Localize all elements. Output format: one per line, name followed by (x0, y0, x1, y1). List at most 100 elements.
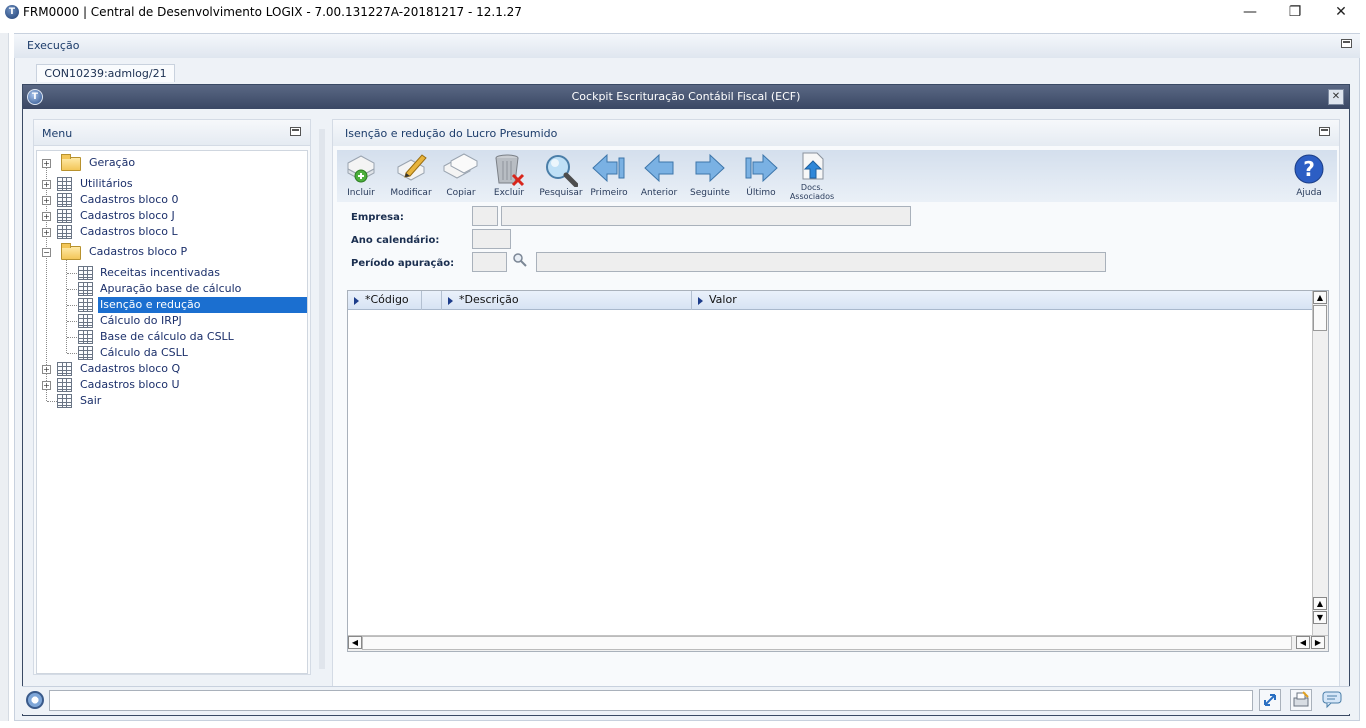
messages-button[interactable] (1321, 689, 1343, 711)
restore-button[interactable]: ❐ (1281, 2, 1309, 22)
expand-icon[interactable]: + (42, 212, 51, 221)
panel-splitter[interactable] (319, 129, 325, 669)
modificar-label: Modificar (390, 188, 432, 198)
tree-item-calculo-csll[interactable]: Cálculo da CSLL (37, 345, 307, 361)
expand-icon[interactable]: + (42, 381, 51, 390)
scroll-right-button[interactable]: ▶ (1311, 636, 1325, 649)
tree-item-label: Cálculo do IRPJ (100, 314, 182, 327)
scroll-left-button-right[interactable]: ◀ (1296, 636, 1310, 649)
minimize-button[interactable]: — (1236, 2, 1264, 22)
horizontal-scrollbar[interactable]: ◀ ◀ ▶ (348, 635, 1328, 651)
status-bar (22, 686, 1350, 714)
tree-item-label: Cálculo da CSLL (100, 346, 188, 359)
collapse-icon[interactable]: − (42, 248, 51, 257)
column-header-valor[interactable]: Valor (692, 291, 1312, 310)
status-message-field (49, 690, 1253, 711)
tree-item-label: Utilitários (80, 177, 133, 190)
tree-item-base-calculo-csll[interactable]: Base de cálculo da CSLL (37, 329, 307, 345)
expand-icon[interactable]: + (42, 365, 51, 374)
tree-item-sair[interactable]: Sair (37, 393, 307, 409)
docs-associados-button[interactable]: Docs. Associados (787, 150, 837, 202)
menu-tree: + Geração + Utilitários + Cadastros bloc… (36, 150, 308, 674)
page-title: Isenção e redução do Lucro Presumido (345, 127, 558, 140)
scroll-down-button[interactable]: ▼ (1313, 611, 1327, 624)
close-button[interactable]: ✕ (1327, 2, 1355, 22)
empresa-name-field (501, 206, 911, 226)
main-minimize-button[interactable] (1319, 127, 1330, 136)
tree-item-label: Cadastros bloco Q (80, 362, 181, 375)
tree-item-cadastros-bloco-l[interactable]: + Cadastros bloco L (37, 224, 307, 240)
table-icon (57, 177, 72, 191)
execution-label: Execução (27, 39, 80, 52)
tree-item-cadastros-bloco-u[interactable]: + Cadastros bloco U (37, 377, 307, 393)
tree-item-cadastros-bloco-0[interactable]: + Cadastros bloco 0 (37, 192, 307, 208)
edit-icon (397, 154, 427, 181)
sort-arrow-icon (448, 297, 453, 305)
anterior-label: Anterior (640, 188, 678, 198)
resize-arrows-icon (1264, 694, 1276, 706)
table-icon (57, 394, 72, 408)
scroll-thumb[interactable] (1313, 305, 1327, 331)
resize-button[interactable] (1259, 689, 1281, 711)
expand-icon[interactable]: + (42, 159, 51, 168)
cockpit-close-button[interactable]: ✕ (1328, 89, 1344, 105)
expand-icon[interactable]: + (42, 196, 51, 205)
tree-item-label: Receitas incentivadas (100, 266, 220, 279)
tree-item-utilitarios[interactable]: + Utilitários (37, 176, 307, 192)
tree-item-label: Cadastros bloco P (89, 245, 188, 258)
cockpit-titlebar: T Cockpit Escrituração Contábil Fiscal (… (23, 85, 1349, 109)
pesquisar-button[interactable]: Pesquisar (537, 150, 585, 202)
table-icon (78, 314, 93, 328)
expand-icon[interactable]: + (42, 228, 51, 237)
copiar-button[interactable]: Copiar (439, 150, 483, 202)
chat-bubble-icon (1322, 691, 1342, 709)
menu-minimize-button[interactable] (290, 127, 301, 136)
print-button[interactable] (1290, 689, 1312, 711)
main-panel: Isenção e redução do Lucro Presumido Inc… (332, 119, 1340, 705)
modificar-button[interactable]: Modificar (387, 150, 435, 202)
tree-item-label: Apuração base de cálculo (100, 282, 242, 295)
cockpit-body: Menu + Geração + Utilitários + Cadastros… (23, 109, 1349, 715)
scroll-left-button[interactable]: ◀ (348, 636, 362, 649)
periodo-apuracao-field[interactable] (472, 252, 507, 272)
column-header-codigo[interactable]: *Código (348, 291, 422, 310)
empresa-code-field[interactable] (472, 206, 498, 226)
tab-session[interactable]: CON10239:admlog/21 (36, 64, 175, 82)
column-header-descricao[interactable]: *Descrição (442, 291, 692, 310)
tree-item-isencao-reducao[interactable]: Isenção e redução (37, 297, 307, 313)
primeiro-button[interactable]: Primeiro (587, 150, 631, 202)
expand-icon[interactable]: + (42, 180, 51, 189)
window-title: FRM0000 | Central de Desenvolvimento LOG… (23, 5, 522, 19)
column-header-label: *Código (365, 293, 409, 306)
zoom-lookup-icon[interactable] (513, 253, 527, 267)
left-splitter-strip[interactable] (0, 33, 9, 721)
incluir-button[interactable]: Incluir (339, 150, 383, 202)
seguinte-label: Seguinte (690, 188, 730, 198)
tree-item-cadastros-bloco-p[interactable]: − Cadastros bloco P (37, 243, 307, 260)
ano-calendario-field[interactable] (472, 229, 511, 249)
ajuda-label: Ajuda (1296, 188, 1322, 198)
anterior-button[interactable]: Anterior (637, 150, 681, 202)
execution-minimize-button[interactable] (1341, 39, 1352, 48)
table-icon (57, 378, 72, 392)
ano-calendario-label: Ano calendário: (351, 235, 440, 246)
table-icon (57, 193, 72, 207)
scroll-up-button-lower[interactable]: ▲ (1313, 597, 1327, 610)
tree-item-cadastros-bloco-j[interactable]: + Cadastros bloco J (37, 208, 307, 224)
menu-panel: Menu + Geração + Utilitários + Cadastros… (33, 119, 311, 675)
tree-item-geracao[interactable]: + Geração (37, 154, 307, 171)
last-arrow-icon (745, 153, 778, 183)
tree-item-apuracao-base-calculo[interactable]: Apuração base de cálculo (37, 281, 307, 297)
excluir-button[interactable]: Excluir (489, 150, 529, 202)
tree-item-label: Cadastros bloco U (80, 378, 180, 391)
tree-item-calculo-irpj[interactable]: Cálculo do IRPJ (37, 313, 307, 329)
seguinte-button[interactable]: Seguinte (687, 150, 733, 202)
ultimo-button[interactable]: Último (739, 150, 783, 202)
scroll-up-button[interactable]: ▲ (1313, 291, 1327, 304)
tree-item-label: Base de cálculo da CSLL (100, 330, 234, 343)
tree-item-receitas-incentivadas[interactable]: Receitas incentivadas (37, 265, 307, 281)
tree-item-cadastros-bloco-q[interactable]: + Cadastros bloco Q (37, 361, 307, 377)
ajuda-button[interactable]: ? Ajuda (1289, 150, 1329, 202)
scroll-thumb-horizontal[interactable] (362, 636, 1292, 650)
vertical-scrollbar[interactable]: ▲ ▲ ▼ (1312, 291, 1328, 635)
